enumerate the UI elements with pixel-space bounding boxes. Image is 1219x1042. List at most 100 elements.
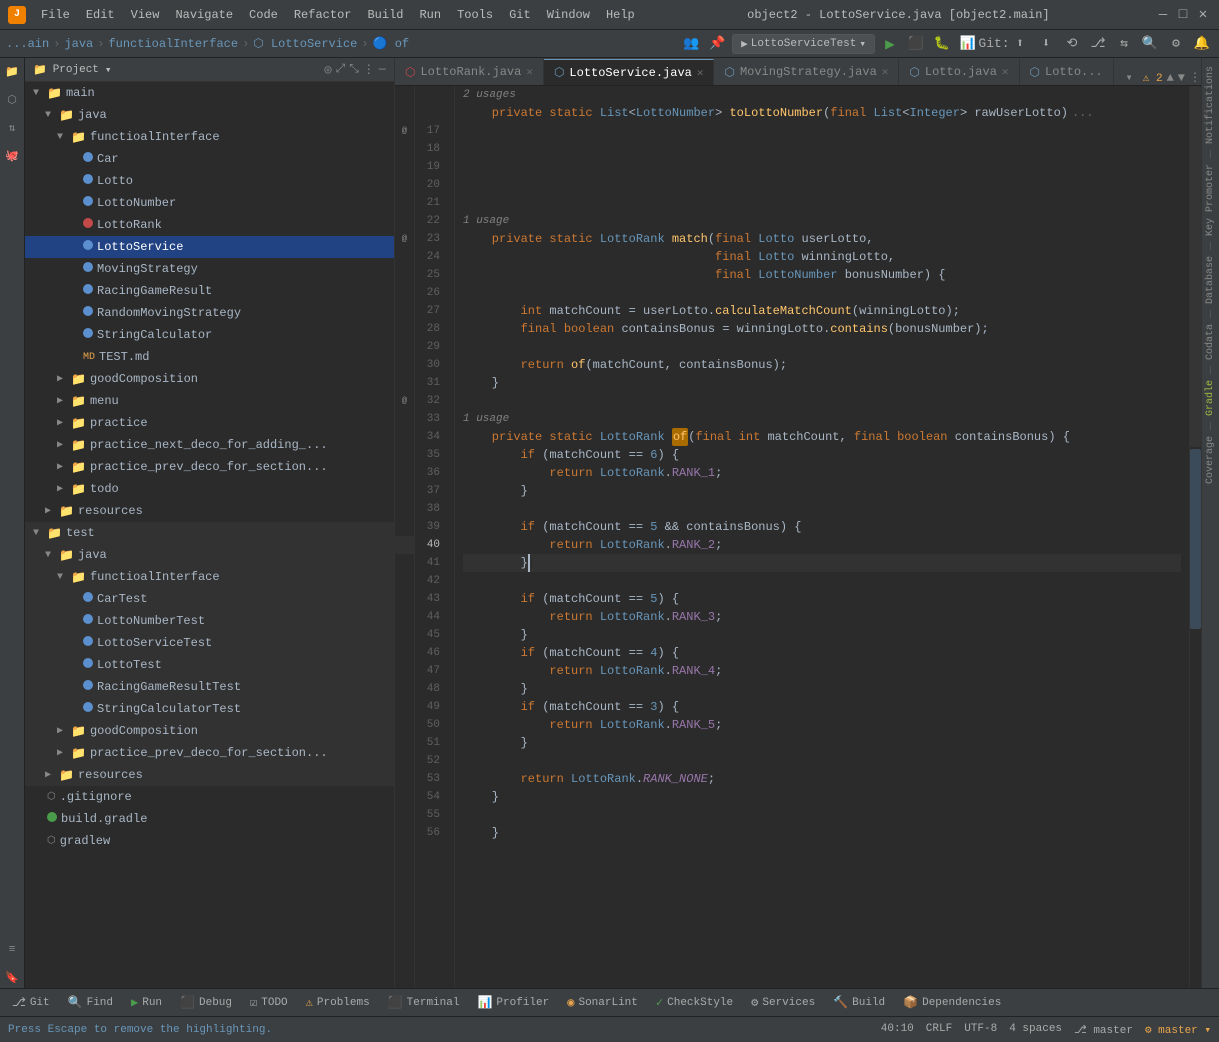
bottom-tab-checkstyle[interactable]: ✓ CheckStyle xyxy=(648,991,741,1015)
tree-node-gradlew[interactable]: ⬡ gradlew xyxy=(25,830,394,852)
tab-lottorank-close[interactable]: ✕ xyxy=(526,65,533,79)
bottom-tab-services[interactable]: ⚙ Services xyxy=(743,991,823,1015)
menu-file[interactable]: File xyxy=(34,6,77,24)
breadcrumb-java[interactable]: java xyxy=(64,37,93,51)
bookmark-icon[interactable]: 📌 xyxy=(706,33,728,55)
tree-node-stringcalculator[interactable]: StringCalculator xyxy=(25,324,394,346)
tree-node-practice-prev2[interactable]: ▶ 📁 practice_prev_deco_for_section... xyxy=(25,742,394,764)
sidebar-github-icon[interactable]: 🐙 xyxy=(2,146,22,166)
indent-info[interactable]: 4 spaces xyxy=(1009,1023,1062,1037)
notifications-icon[interactable]: 🔔 xyxy=(1191,33,1213,55)
close-button[interactable]: ✕ xyxy=(1195,7,1211,23)
tree-node-gitignore[interactable]: ⬡ .gitignore xyxy=(25,786,394,808)
menu-navigate[interactable]: Navigate xyxy=(168,6,240,24)
tree-node-test[interactable]: ▼ 📁 test xyxy=(25,522,394,544)
git-branch-status[interactable]: ⎇ master xyxy=(1074,1023,1133,1037)
minimize-button[interactable]: — xyxy=(1155,7,1171,23)
tree-node-lottoservice[interactable]: LottoService xyxy=(25,236,394,258)
warning-count[interactable]: ⚙ master ▾ xyxy=(1145,1023,1211,1037)
sidebar-bookmarks-icon[interactable]: 🔖 xyxy=(2,968,22,988)
tab-scroll-down[interactable]: ▾ xyxy=(1120,70,1139,85)
sidebar-pullrequest-icon[interactable]: ⇅ xyxy=(2,118,22,138)
git-icon[interactable]: Git: xyxy=(983,33,1005,55)
tree-expand-icon[interactable]: ⤢ xyxy=(336,62,346,77)
tab-lottoservice-close[interactable]: ✕ xyxy=(697,66,704,80)
tab-lotto2[interactable]: ⬡ Lotto... xyxy=(1020,59,1114,85)
bottom-tab-run[interactable]: ▶ Run xyxy=(123,991,170,1015)
tree-node-menu[interactable]: ▶ 📁 menu xyxy=(25,390,394,412)
search-icon[interactable]: 🔍 xyxy=(1139,33,1161,55)
bottom-tab-dependencies[interactable]: 📦 Dependencies xyxy=(895,991,1009,1015)
line-ending[interactable]: CRLF xyxy=(926,1023,952,1037)
coverage-button[interactable]: 📊 xyxy=(957,33,979,55)
bottom-tab-problems[interactable]: ⚠ Problems xyxy=(298,991,378,1015)
menu-code[interactable]: Code xyxy=(242,6,285,24)
code-editor[interactable]: @ @ @ xyxy=(395,86,1201,988)
tree-node-practice[interactable]: ▶ 📁 practice xyxy=(25,412,394,434)
tree-node-lottotest[interactable]: LottoTest xyxy=(25,654,394,676)
menu-build[interactable]: Build xyxy=(360,6,410,24)
tree-collapse-icon[interactable]: ⤡ xyxy=(349,62,359,77)
tree-node-main[interactable]: ▼ 📁 main xyxy=(25,82,394,104)
tree-node-practice-prev[interactable]: ▶ 📁 practice_prev_deco_for_section... xyxy=(25,456,394,478)
tree-node-functioalinterface2[interactable]: ▼ 📁 functioalInterface xyxy=(25,566,394,588)
tree-minimize-icon[interactable]: — xyxy=(379,62,386,77)
database-label[interactable]: Database xyxy=(1203,252,1218,308)
tree-node-todo[interactable]: ▶ 📁 todo xyxy=(25,478,394,500)
breadcrumb-of[interactable]: 🔵 of xyxy=(373,36,410,51)
scroll-down-icon[interactable]: ▼ xyxy=(1178,71,1185,85)
tree-node-car[interactable]: Car xyxy=(25,148,394,170)
bottom-tab-terminal[interactable]: ⬛ Terminal xyxy=(380,991,468,1015)
git-push[interactable]: ⬆ xyxy=(1009,33,1031,55)
tab-lotto-close[interactable]: ✕ xyxy=(1002,65,1009,79)
coverage-label[interactable]: Coverage xyxy=(1203,432,1218,488)
tree-node-goodcomposition2[interactable]: ▶ 📁 goodComposition xyxy=(25,720,394,742)
translate-icon[interactable]: ⇆ xyxy=(1113,33,1135,55)
notifications-label[interactable]: Notifications xyxy=(1203,62,1218,148)
bottom-tab-debug[interactable]: ⬛ Debug xyxy=(172,991,240,1015)
bottom-tab-find[interactable]: 🔍 Find xyxy=(60,991,121,1015)
tree-node-lottorank[interactable]: LottoRank xyxy=(25,214,394,236)
tree-node-randommovingstrategy[interactable]: RandomMovingStrategy xyxy=(25,302,394,324)
debug-button[interactable]: 🐛 xyxy=(931,33,953,55)
tab-lottoservice[interactable]: ⬡ LottoService.java ✕ xyxy=(544,59,715,85)
menu-run[interactable]: Run xyxy=(412,6,448,24)
sidebar-project-icon[interactable]: 📁 xyxy=(2,62,22,82)
tree-node-racinggameresulttest[interactable]: RacingGameResultTest xyxy=(25,676,394,698)
charset[interactable]: UTF-8 xyxy=(964,1023,997,1037)
breadcrumb-class[interactable]: ⬡ LottoService xyxy=(253,36,357,51)
tree-node-resources[interactable]: ▶ 📁 resources xyxy=(25,500,394,522)
tree-node-movingstrategy[interactable]: MovingStrategy xyxy=(25,258,394,280)
tree-locate-icon[interactable]: ◎ xyxy=(324,62,331,77)
minimap-scrollbar[interactable] xyxy=(1189,86,1201,988)
git-pull[interactable]: ⬇ xyxy=(1035,33,1057,55)
tab-lottorank[interactable]: ⬡ LottoRank.java ✕ xyxy=(395,59,544,85)
scroll-up-icon[interactable]: ▲ xyxy=(1167,71,1174,85)
run-config-selector[interactable]: ▶ LottoServiceTest ▾ xyxy=(732,34,875,54)
bottom-tab-profiler[interactable]: 📊 Profiler xyxy=(469,991,557,1015)
tree-node-practice-next[interactable]: ▶ 📁 practice_next_deco_for_adding_... xyxy=(25,434,394,456)
tree-node-cartest[interactable]: CarTest xyxy=(25,588,394,610)
bottom-tab-sonarlint[interactable]: ◉ SonarLint xyxy=(559,991,646,1015)
sidebar-commit-icon[interactable]: ⬡ xyxy=(2,90,22,110)
tree-node-lottonumbertest[interactable]: LottoNumberTest xyxy=(25,610,394,632)
tree-node-resources2[interactable]: ▶ 📁 resources xyxy=(25,764,394,786)
bottom-tab-build[interactable]: 🔨 Build xyxy=(825,991,893,1015)
code-content[interactable]: 2 usages private static List<LottoNumber… xyxy=(455,86,1189,988)
settings-icon[interactable]: ⚙ xyxy=(1165,33,1187,55)
tree-node-goodcomposition[interactable]: ▶ 📁 goodComposition xyxy=(25,368,394,390)
cursor-position[interactable]: 40:10 xyxy=(881,1023,914,1037)
tree-node-testmd[interactable]: MD TEST.md xyxy=(25,346,394,368)
menu-help[interactable]: Help xyxy=(599,6,642,24)
key-promoter-label[interactable]: Key Promoter xyxy=(1203,160,1218,240)
menu-view[interactable]: View xyxy=(124,6,167,24)
menu-edit[interactable]: Edit xyxy=(79,6,122,24)
tree-node-stringcalculatortest[interactable]: StringCalculatorTest xyxy=(25,698,394,720)
menu-refactor[interactable]: Refactor xyxy=(287,6,359,24)
people-icon[interactable]: 👥 xyxy=(680,33,702,55)
tree-node-lottonumber[interactable]: LottoNumber xyxy=(25,192,394,214)
tree-node-buildgradle[interactable]: build.gradle xyxy=(25,808,394,830)
tree-node-java1[interactable]: ▼ 📁 java xyxy=(25,104,394,126)
breadcrumb-main[interactable]: ...ain xyxy=(6,37,49,51)
tree-settings-icon[interactable]: ⋮ xyxy=(363,62,375,77)
